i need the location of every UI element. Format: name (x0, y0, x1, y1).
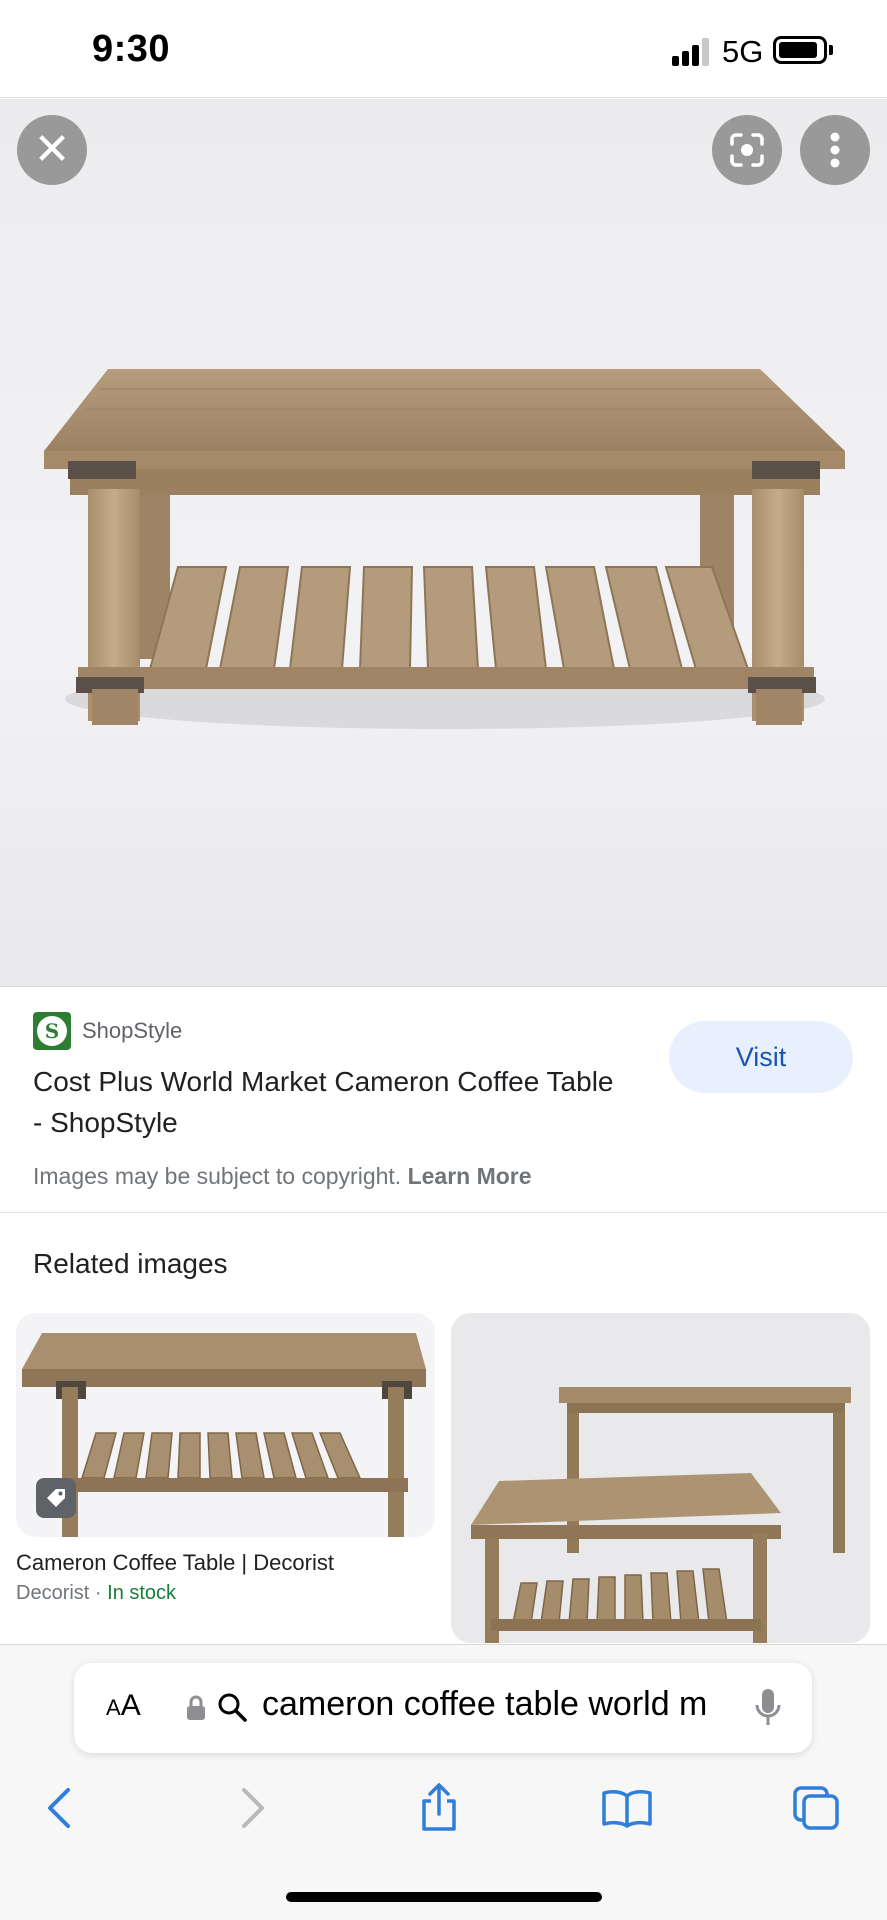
meta-separator: · (89, 1582, 108, 1604)
status-time: 9:30 (92, 28, 171, 70)
signal-icon (672, 38, 712, 66)
text-size-large-label: A (120, 1689, 141, 1722)
source-name: ShopStyle (82, 1018, 183, 1043)
coffee-table-image (44, 369, 845, 729)
related-image-1-meta: Decorist · In stock (16, 1582, 176, 1605)
tabs-button[interactable] (781, 1773, 851, 1843)
related-images-heading: Related images (33, 1248, 228, 1279)
stock-status: In stock (107, 1582, 177, 1604)
home-indicator (286, 1892, 602, 1902)
search-icon (218, 1693, 247, 1722)
tabs-icon (793, 1786, 839, 1830)
browser-toolbar: AA cameron coffee table world m (0, 1644, 887, 1920)
copyright-text: Images may be subject to copyright. (33, 1163, 402, 1189)
shopstyle-logo: S (33, 1012, 71, 1050)
back-button[interactable] (24, 1773, 94, 1843)
browser-nav-row (0, 1773, 887, 1843)
url-text[interactable]: cameron coffee table world m (262, 1685, 722, 1724)
tag-icon (36, 1478, 76, 1518)
close-icon: ✕ (33, 125, 71, 174)
divider (0, 1212, 887, 1213)
lens-button[interactable] (712, 115, 782, 185)
close-button[interactable]: ✕ (17, 115, 87, 185)
battery-icon (773, 36, 827, 64)
status-bar: 9:30 5G (0, 0, 887, 98)
related-image-1[interactable] (16, 1313, 435, 1537)
forward-icon (242, 1788, 264, 1828)
related-image-2[interactable] (451, 1313, 870, 1643)
lens-icon (730, 133, 764, 167)
related-image-1-title[interactable]: Cameron Coffee Table | Decorist (16, 1550, 334, 1576)
source-row: S ShopStyle (33, 1011, 182, 1051)
battery-cap (829, 45, 833, 55)
text-size-small-label: A (106, 1695, 121, 1720)
share-button[interactable] (404, 1773, 474, 1843)
related-image-1-source: Decorist (16, 1582, 90, 1604)
related-table-thumbnail (16, 1313, 435, 1537)
more-vert-icon (830, 132, 840, 168)
back-icon (48, 1788, 70, 1828)
text-size-button[interactable]: AA (106, 1689, 141, 1723)
address-bar[interactable]: AA cameron coffee table world m (74, 1663, 812, 1753)
copyright-notice: Images may be subject to copyright. Lear… (33, 1163, 532, 1190)
lock-icon (187, 1695, 205, 1720)
more-options-button[interactable] (800, 115, 870, 185)
learn-more-link[interactable]: Learn More (408, 1163, 532, 1189)
bookmarks-icon (602, 1790, 652, 1828)
forward-button[interactable] (218, 1773, 288, 1843)
network-label: 5G (722, 34, 764, 69)
related-table-set-thumbnail (451, 1313, 870, 1643)
share-icon (422, 1783, 456, 1831)
image-viewer: ✕ (0, 99, 887, 987)
result-title[interactable]: Cost Plus World Market Cameron Coffee Ta… (33, 1061, 623, 1143)
mic-icon[interactable] (754, 1687, 782, 1729)
bookmarks-button[interactable] (592, 1773, 662, 1843)
visit-button[interactable]: Visit (669, 1021, 853, 1093)
